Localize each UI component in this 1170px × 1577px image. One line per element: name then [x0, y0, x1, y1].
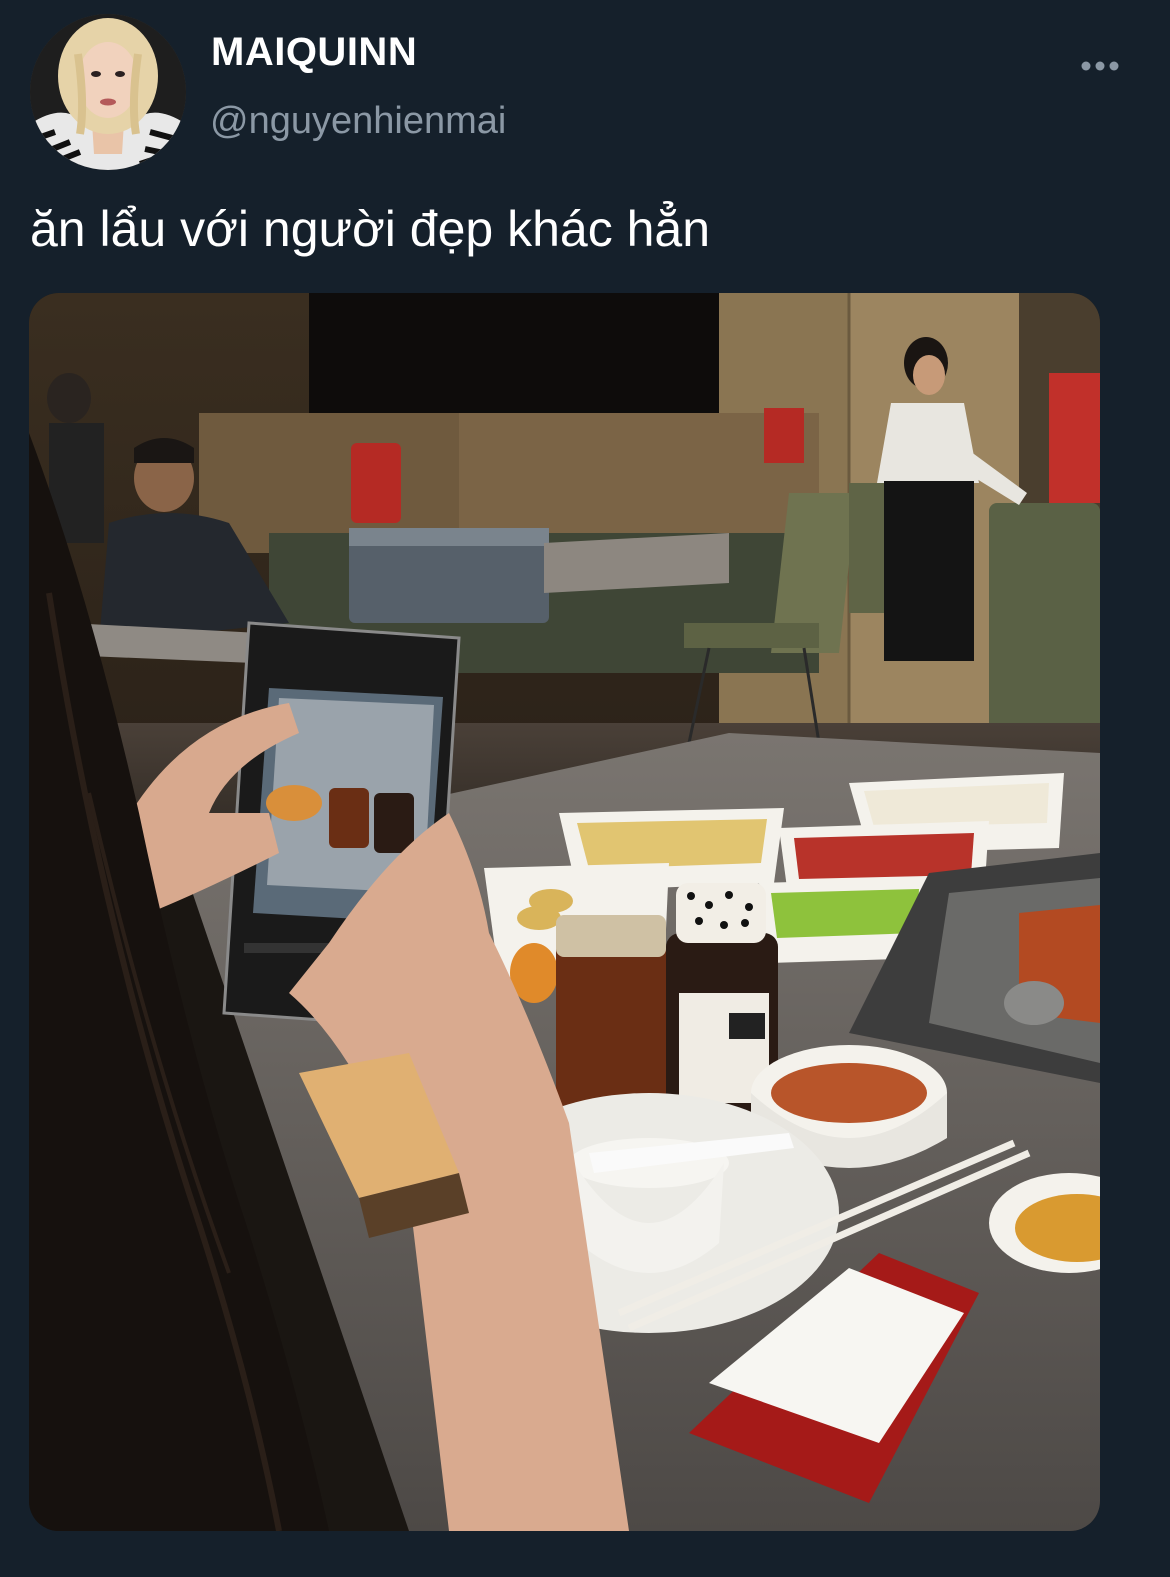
more-options-button[interactable]: [1078, 50, 1122, 82]
author-avatar[interactable]: [30, 14, 186, 170]
author-display-name[interactable]: MAIQUINN: [211, 30, 417, 75]
more-horizontal-icon: [1081, 61, 1119, 71]
tweet-card: MAIQUINN @nguyenhienmai ăn lẩu với người…: [0, 0, 1170, 1577]
avatar-photo: [30, 14, 186, 170]
tweet-photo[interactable]: [29, 293, 1100, 1531]
author-handle[interactable]: @nguyenhienmai: [210, 100, 506, 143]
hotpot-restaurant-photo: [29, 293, 1100, 1531]
tweet-text: ăn lẩu với người đẹp khác hẳn: [30, 201, 711, 257]
